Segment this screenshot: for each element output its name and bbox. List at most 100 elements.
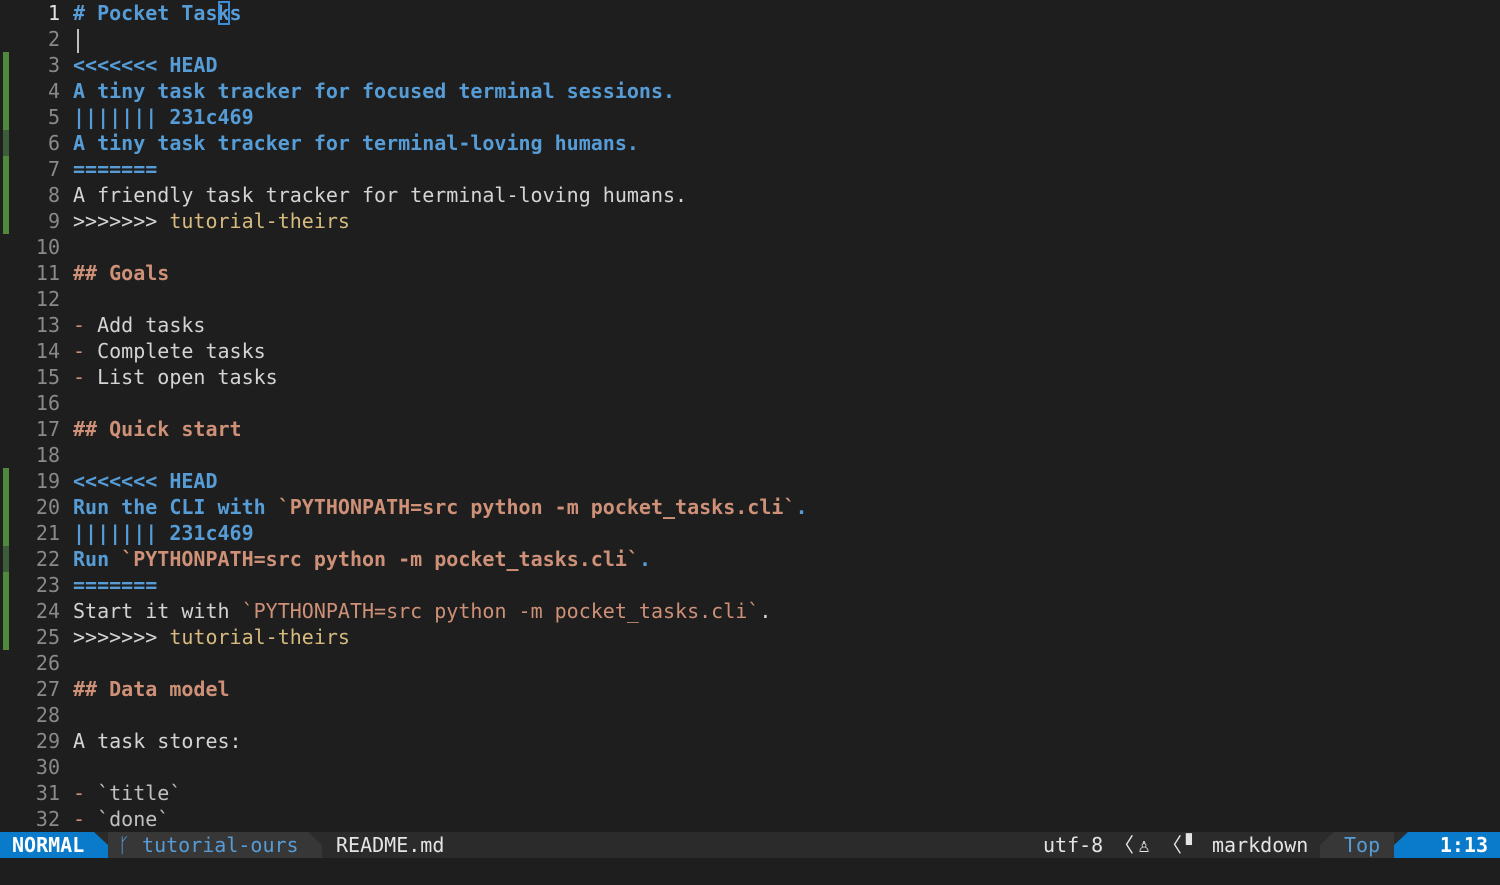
editor-line[interactable]: 22 Run `PYTHONPATH=src python -m pocket_t… xyxy=(0,546,1500,572)
editor-line[interactable]: 1 # Pocket Tasks xyxy=(0,0,1500,26)
editor-line[interactable]: 17 ## Quick start xyxy=(0,416,1500,442)
editor-line[interactable]: 24 Start it with `PYTHONPATH=src python -… xyxy=(0,598,1500,624)
git-sign-added xyxy=(3,624,9,650)
line-number: 27 xyxy=(35,677,60,701)
line-number: 25 xyxy=(35,625,60,649)
editor-line[interactable]: 15 - List open tasks xyxy=(0,364,1500,390)
text-token: A friendly task tracker for terminal-lov… xyxy=(73,183,688,207)
file-encoding: utf-8 xyxy=(1043,833,1104,857)
file-name: README.md xyxy=(336,833,445,857)
editor-line[interactable]: 11 ## Goals xyxy=(0,260,1500,286)
line-number: 29 xyxy=(35,729,60,753)
line-content[interactable]: - Complete tasks xyxy=(73,338,266,364)
command-line[interactable] xyxy=(0,858,1500,885)
line-content[interactable]: <<<<<<< HEAD xyxy=(73,468,218,494)
line-number: 10 xyxy=(35,235,60,259)
text-token: ## Goals xyxy=(73,261,170,285)
editor-line[interactable]: 4 A tiny task tracker for focused termina… xyxy=(0,78,1500,104)
editor-line[interactable]: 12 xyxy=(0,286,1500,312)
line-content[interactable]: Run `PYTHONPATH=src python -m pocket_tas… xyxy=(73,546,651,572)
line-content[interactable] xyxy=(73,26,79,53)
editor-line[interactable]: 6 A tiny task tracker for terminal-loving… xyxy=(0,130,1500,156)
line-number: 31 xyxy=(35,781,60,805)
editor-line[interactable]: 20 Run the CLI with `PYTHONPATH=src pytho… xyxy=(0,494,1500,520)
text-token: ## Quick start xyxy=(73,417,242,441)
editor-line[interactable]: 28 xyxy=(0,702,1500,728)
line-content[interactable]: - Add tasks xyxy=(73,312,205,338)
git-sign-added xyxy=(3,572,9,598)
text-token: s xyxy=(229,1,242,25)
editor-line[interactable]: 13- Add tasks xyxy=(0,312,1500,338)
editor-line[interactable]: 3 <<<<<<< HEAD xyxy=(0,52,1500,78)
git-sign-added xyxy=(3,104,9,130)
editor-line[interactable]: 19 <<<<<<< HEAD xyxy=(0,468,1500,494)
line-number: 19 xyxy=(35,469,60,493)
editor-line[interactable]: 27 ## Data model xyxy=(0,676,1500,702)
editor-line[interactable]: 32- `done` xyxy=(0,806,1500,832)
line-number: 8 xyxy=(47,183,60,207)
editor-line[interactable]: 5 ||||||| 231c469 xyxy=(0,104,1500,130)
editor-line[interactable]: 14- Complete tasks xyxy=(0,338,1500,364)
text-token: A task stores: xyxy=(73,729,242,753)
line-content[interactable]: ||||||| 231c469 xyxy=(73,520,254,546)
file-type: markdown xyxy=(1212,833,1309,857)
line-content[interactable]: # Pocket Tasks xyxy=(73,0,242,26)
line-number: 24 xyxy=(35,599,60,623)
editor-line[interactable]: 10 xyxy=(0,234,1500,260)
text-token: `PYTHONPATH=src python -m pocket_tasks.c… xyxy=(277,495,796,519)
line-number: 6 xyxy=(47,131,60,155)
line-content[interactable]: - `done` xyxy=(73,806,169,832)
scroll-position: Top xyxy=(1334,832,1394,858)
git-branch: ᚴ tutorial-ours xyxy=(108,832,308,858)
editor-line[interactable]: 8 A friendly task tracker for terminal-lo… xyxy=(0,182,1500,208)
text-token: Run the CLI with xyxy=(73,495,278,519)
file-icon: ▘ xyxy=(1186,833,1199,857)
line-content[interactable]: ## Data model xyxy=(73,676,230,702)
separator: 〈 xyxy=(1162,833,1182,857)
editor-line[interactable]: 26 xyxy=(0,650,1500,676)
editor-buffer[interactable]: 1 # Pocket Tasks 2 3 <<<<<<< HEAD 4 A tiny tas… xyxy=(0,0,1500,832)
line-content[interactable]: - `title` xyxy=(73,780,181,806)
line-number: 5 xyxy=(47,105,60,129)
line-content[interactable]: A tiny task tracker for focused terminal… xyxy=(73,78,675,104)
line-content[interactable]: - List open tasks xyxy=(73,364,278,390)
editor-line[interactable]: 31 - `title` xyxy=(0,780,1500,806)
line-number: 18 xyxy=(35,443,60,467)
editor-line[interactable]: 30 xyxy=(0,754,1500,780)
line-content[interactable]: ||||||| 231c469 xyxy=(73,104,254,130)
line-number: 15 xyxy=(35,365,60,389)
line-content[interactable]: Run the CLI with `PYTHONPATH=src python … xyxy=(73,494,808,520)
line-content[interactable]: ## Goals xyxy=(73,260,169,286)
line-content[interactable]: ## Quick start xyxy=(73,416,242,442)
line-content[interactable]: A friendly task tracker for terminal-lov… xyxy=(73,182,687,208)
line-number: 23 xyxy=(35,573,60,597)
editor-line[interactable]: 2 xyxy=(0,26,1500,53)
line-number: 17 xyxy=(35,417,60,441)
editor-line[interactable]: 25 >>>>>>> tutorial-theirs xyxy=(0,624,1500,650)
line-content[interactable]: >>>>>>> tutorial-theirs xyxy=(73,624,350,650)
editor-line[interactable]: 23 ======= xyxy=(0,572,1500,598)
line-content[interactable]: ======= xyxy=(73,572,157,598)
editor-line[interactable]: 7 ======= xyxy=(0,156,1500,182)
git-sign-added xyxy=(3,468,9,494)
line-content[interactable]: <<<<<<< HEAD xyxy=(73,52,218,78)
text-token: `PYTHONPATH=src python -m pocket_tasks.c… xyxy=(241,599,760,623)
line-content[interactable]: ======= xyxy=(73,156,157,182)
line-content[interactable]: A task stores: xyxy=(73,728,242,754)
line-number: 3 xyxy=(47,53,60,77)
editor-line[interactable]: 21 ||||||| 231c469 xyxy=(0,520,1500,546)
text-token: # Pocket Tas xyxy=(73,1,218,25)
line-content[interactable]: >>>>>>> tutorial-theirs xyxy=(73,208,350,234)
editor-line[interactable]: 18 xyxy=(0,442,1500,468)
line-number: 21 xyxy=(35,521,60,545)
git-sign-added xyxy=(3,208,9,234)
line-content[interactable]: Start it with `PYTHONPATH=src python -m … xyxy=(73,598,771,624)
text-token: ======= xyxy=(73,573,158,597)
editor-line[interactable]: 9 >>>>>>> tutorial-theirs xyxy=(0,208,1500,234)
line-content[interactable]: A tiny task tracker for terminal-loving … xyxy=(73,130,639,156)
text-token: `PYTHONPATH=src python -m pocket_tasks.c… xyxy=(121,547,639,571)
line-number: 30 xyxy=(35,755,60,779)
line-number: 26 xyxy=(35,651,60,675)
editor-line[interactable]: 29 A task stores: xyxy=(0,728,1500,754)
editor-line[interactable]: 16 xyxy=(0,390,1500,416)
